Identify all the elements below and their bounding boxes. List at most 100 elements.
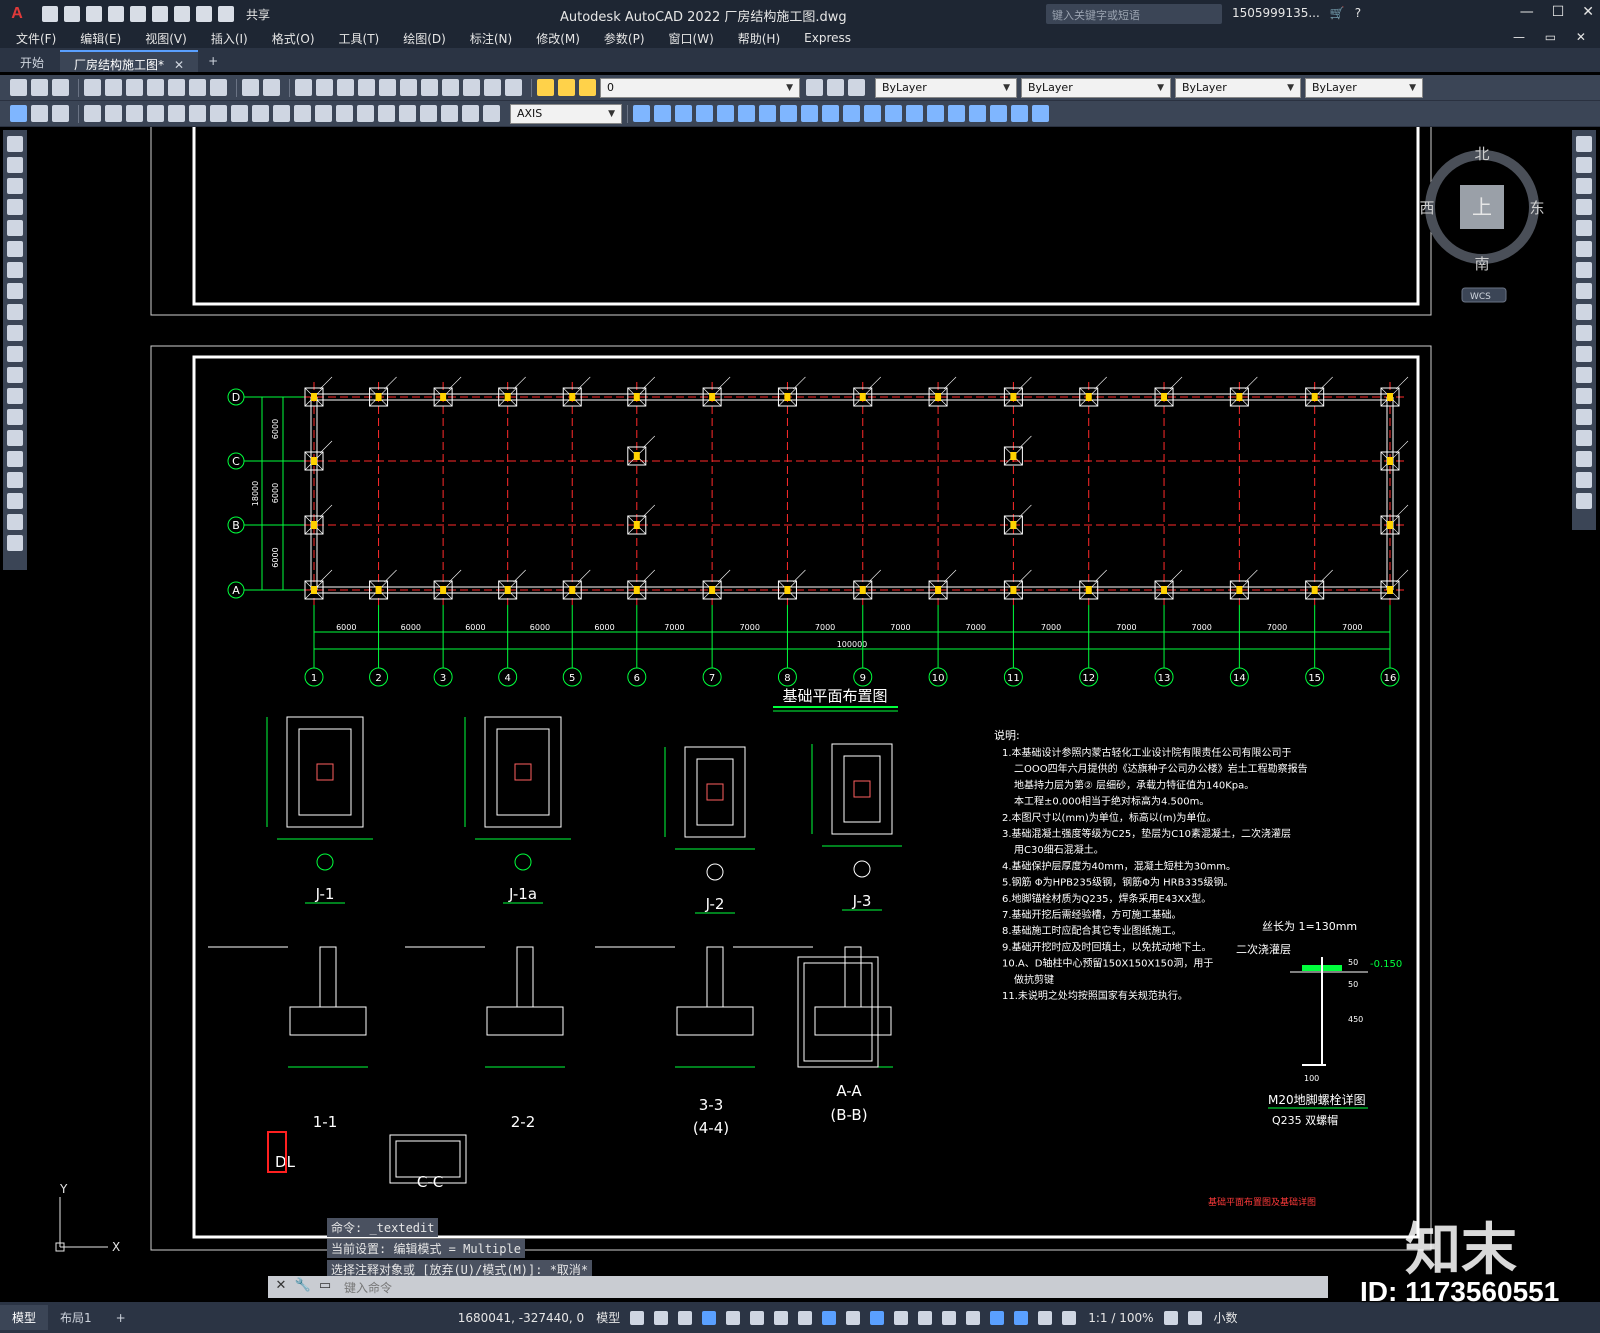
minimize-button[interactable]: — (1520, 4, 1534, 20)
radius-dim-icon[interactable] (168, 105, 185, 122)
join-icon[interactable] (885, 105, 902, 122)
point-icon[interactable] (7, 409, 23, 425)
dim-update-icon[interactable] (483, 105, 500, 122)
3d-osnap-icon[interactable] (918, 1310, 933, 1325)
new-icon[interactable] (10, 79, 27, 96)
save-as-icon[interactable] (108, 6, 124, 22)
annotation-monitor-icon[interactable] (1187, 1310, 1202, 1325)
redo-icon[interactable] (218, 6, 234, 22)
menu-dimension[interactable]: 标注(N) (470, 30, 512, 47)
viewcube[interactable]: 上 北 南 东 西 WCS (1419, 145, 1560, 315)
cut-icon[interactable] (147, 79, 164, 96)
match-properties-icon[interactable] (210, 79, 227, 96)
hatch-icon[interactable] (1032, 105, 1049, 122)
stretch-icon[interactable] (801, 105, 818, 122)
command-line[interactable]: ✕ 🔧 ▭ 键入命令 (268, 1276, 1328, 1298)
tab-model[interactable]: 模型 (0, 1305, 49, 1330)
table-icon[interactable] (7, 493, 23, 509)
layer-isolate-icon[interactable] (52, 105, 69, 122)
search-input[interactable]: 键入关键字或短语 (1046, 4, 1222, 24)
quickcalc-icon[interactable] (484, 79, 501, 96)
help-icon[interactable] (505, 79, 522, 96)
web-mobile-open-icon[interactable] (130, 6, 146, 22)
ordinate-dim-icon[interactable] (147, 105, 164, 122)
menu-format[interactable]: 格式(O) (272, 30, 315, 47)
layer-freeze-icon[interactable] (558, 79, 575, 96)
trim-icon[interactable] (1576, 325, 1592, 341)
web-mobile-save-icon[interactable] (152, 6, 168, 22)
compass-west[interactable]: 西 (1419, 199, 1435, 217)
model-space-toggle[interactable]: 模型 (596, 1309, 620, 1326)
mirror-icon[interactable] (675, 105, 692, 122)
isometric-icon[interactable] (774, 1310, 789, 1325)
add-selected-icon[interactable] (7, 535, 23, 551)
auto-scale-icon[interactable] (1038, 1310, 1053, 1325)
revision-cloud-icon[interactable] (7, 283, 23, 299)
sheet-set-icon[interactable] (442, 79, 459, 96)
plot-icon[interactable] (84, 79, 101, 96)
layer-on-icon[interactable] (537, 79, 554, 96)
baseline-dim-icon[interactable] (273, 105, 290, 122)
array-icon[interactable] (1576, 220, 1592, 236)
help-icon[interactable]: ? (1355, 6, 1361, 20)
tab-drawing[interactable]: 厂房结构施工图* ✕ (60, 50, 199, 72)
annotation-scale-icon[interactable] (1062, 1310, 1077, 1325)
blend-icon[interactable] (1576, 472, 1592, 488)
design-center-icon[interactable] (400, 79, 417, 96)
menu-draw[interactable]: 绘图(D) (403, 30, 446, 47)
close-button[interactable]: ✕ (1582, 4, 1594, 20)
copy-icon[interactable] (1576, 157, 1592, 173)
lineweight-icon[interactable] (846, 1310, 861, 1325)
menu-help[interactable]: 帮助(H) (738, 30, 780, 47)
chamfer-icon[interactable] (1576, 430, 1592, 446)
ellipse-icon[interactable] (7, 325, 23, 341)
transparency-icon[interactable] (870, 1310, 885, 1325)
dynamic-input-icon[interactable] (702, 1310, 717, 1325)
workspace-gear-icon[interactable] (1163, 1310, 1178, 1325)
quick-dim-icon[interactable] (252, 105, 269, 122)
modify-icon[interactable] (633, 105, 650, 122)
object-snap-icon[interactable] (822, 1310, 837, 1325)
mirror-icon[interactable] (1576, 178, 1592, 194)
layer-states-icon[interactable] (848, 79, 865, 96)
ortho-icon[interactable] (726, 1310, 741, 1325)
tolerance-icon[interactable] (357, 105, 374, 122)
scale-icon[interactable] (780, 105, 797, 122)
extend-icon[interactable] (1576, 346, 1592, 362)
share-button[interactable]: 共享 (246, 6, 270, 23)
tool-palettes-icon[interactable] (421, 79, 438, 96)
zoom-window-icon[interactable] (337, 79, 354, 96)
layer-dropdown[interactable]: 0 ▼ (600, 77, 800, 98)
gizmo-icon[interactable] (990, 1310, 1005, 1325)
angular-dim-icon[interactable] (231, 105, 248, 122)
layer-properties-icon[interactable] (10, 105, 27, 122)
polar-tracking-icon[interactable] (750, 1310, 765, 1325)
dimstyle-dropdown[interactable]: AXIS ▼ (510, 103, 622, 124)
fillet-icon[interactable] (927, 105, 944, 122)
command-input[interactable]: 键入命令 (344, 1279, 392, 1296)
break-icon[interactable] (864, 105, 881, 122)
zoom-realtime-icon[interactable] (316, 79, 333, 96)
menu-edit[interactable]: 编辑(E) (80, 30, 121, 47)
save-icon[interactable] (86, 6, 102, 22)
insert-block-icon[interactable] (990, 105, 1007, 122)
circle-icon[interactable] (7, 262, 23, 278)
rotate-icon[interactable] (759, 105, 776, 122)
dim-space-icon[interactable] (315, 105, 332, 122)
arc-length-dim-icon[interactable] (126, 105, 143, 122)
dynamic-ucs-icon[interactable] (942, 1310, 957, 1325)
properties-icon[interactable] (379, 79, 396, 96)
block-icon[interactable] (969, 105, 986, 122)
mdi-controls[interactable]: — ▭ ✕ (1513, 30, 1594, 44)
menu-file[interactable]: 文件(F) (16, 30, 56, 47)
lineweight-dropdown[interactable]: ByLayer ▼ (1175, 77, 1301, 98)
menu-express[interactable]: Express (804, 31, 851, 45)
stretch-icon[interactable] (1576, 304, 1592, 320)
new-icon[interactable] (42, 6, 58, 22)
save-icon[interactable] (52, 79, 69, 96)
plot-preview-icon[interactable] (105, 79, 122, 96)
inspection-icon[interactable] (399, 105, 416, 122)
close-icon[interactable]: ✕ (272, 1278, 290, 1296)
polygon-icon[interactable] (7, 199, 23, 215)
fillet-icon[interactable] (1576, 451, 1592, 467)
